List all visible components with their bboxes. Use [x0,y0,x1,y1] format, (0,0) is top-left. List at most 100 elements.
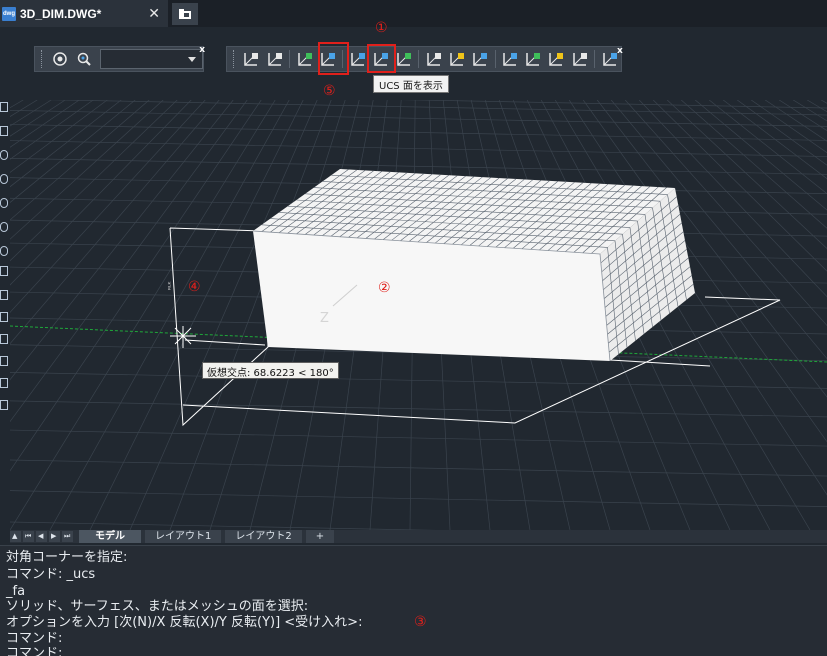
zoom-button[interactable] [73,48,95,70]
ucs-3point-icon [397,53,411,66]
document-tab-title: 3D_DIM.DWG* [20,6,102,21]
dynamic-input-tooltip: 仮想交点: 68.6223 < 180° [202,362,339,379]
grid-line-receding [0,99,136,212]
palette-point-icon[interactable] [0,312,8,322]
named-view-dropdown[interactable] [99,49,203,69]
annotation-marker-2: ② [378,280,391,296]
tab-layout1[interactable]: レイアウト1 [145,530,222,543]
annotation-marker-3: ③ [414,614,427,630]
orbit-button[interactable] [49,48,71,70]
layout-first-button[interactable]: ⏮ [23,531,34,542]
ucs-named-icon [526,53,541,66]
tab-layout2[interactable]: レイアウト2 [225,530,302,543]
ucs-previous-icon [549,53,564,66]
grid-line-receding [751,99,827,154]
ucs-apply-icon [572,53,587,66]
toolbar-separator [418,50,420,68]
palette-table-icon[interactable] [0,400,8,410]
palette-circle-icon[interactable] [0,150,8,160]
grid-line-horizontal [9,372,827,389]
layout-next-button[interactable]: ▶ [49,531,60,542]
cad-application-window: dwg 3D_DIM.DWG* ✕ x x ① ⑤ UCS 面を表示 Z ᴿᴸᴷ… [0,0,827,656]
grid-line-horizontal [9,400,827,418]
new-tab-button[interactable] [172,3,198,25]
zoom-icon [77,52,91,66]
ucs-named-button[interactable] [523,48,544,70]
grid-line-receding [722,99,827,180]
ucs-z-rotate-button[interactable] [470,48,491,70]
command-line-1: 対角コーナーを指定: [6,550,128,565]
command-history-panel[interactable]: 対角コーナーを指定: コマンド: _ucs _fa ソリッド、サーフェス、または… [0,545,827,656]
palette-block-icon[interactable] [0,266,8,276]
palette-ellipse-icon[interactable] [0,198,8,208]
ucs-zaxis-icon [503,53,518,66]
drawing-viewport[interactable]: Z ᴿᴸᴷ ② ④ 仮想交点: 68.6223 < 180° [0,91,827,539]
ucs-toolbar-close-icon[interactable]: x [617,46,827,56]
ucs-origin-button[interactable] [264,48,285,70]
orbit-icon [53,52,67,66]
grid-line-receding [9,99,276,531]
ucs-y-rotate-button[interactable] [447,48,468,70]
toolbar-close-icon[interactable]: x [199,45,205,55]
ucs-z-rotate-icon [473,53,488,66]
ucs-3point-button[interactable] [393,48,414,70]
grid-line-receding [0,99,24,115]
toolbar-separator [289,50,291,68]
grid-line-receding [0,99,164,249]
viewport-canvas[interactable]: Z ᴿᴸᴷ [0,91,827,539]
palette-arc-icon[interactable] [0,174,8,184]
annotation-marker-1: ① [375,20,388,36]
toolbar-grip[interactable] [233,50,236,68]
box-solid[interactable] [252,169,695,362]
palette-revcloud-icon[interactable] [0,246,8,256]
palette-hatch-icon[interactable] [0,334,8,344]
layout-scroll-up-button[interactable]: ▲ [10,531,21,542]
layout-tab-bar: ▲ ⏮ ◀ ▶ ⏭ モデル レイアウト1 レイアウト2 + [10,530,827,543]
grid-line-receding [0,99,122,195]
document-tab[interactable]: dwg 3D_DIM.DWG* ✕ [0,0,168,27]
triangle-right-icon: ▶ [51,532,57,540]
palette-region-icon[interactable] [0,378,8,388]
dimension-text-left: ᴿᴸᴷ [167,281,175,290]
grid-line-receding [779,99,827,132]
palette-insert-icon[interactable] [0,290,8,300]
tab-add-layout[interactable]: + [305,530,335,543]
ucs-icon [244,53,259,66]
grid-line-receding [0,99,248,436]
ucs-origin-icon [267,53,282,66]
ucs-zaxis-button[interactable] [500,48,521,70]
grid-line-receding [0,99,220,356]
chevron-down-icon [187,57,196,62]
grid-line-receding [807,99,827,113]
ucs-previous-button[interactable] [546,48,567,70]
palette-line-icon[interactable] [0,102,8,112]
ucs-x-rotate-button[interactable] [423,48,444,70]
grid-line-receding [0,99,52,133]
folder-new-icon [179,9,191,19]
document-tab-bar: dwg 3D_DIM.DWG* ✕ [0,0,827,27]
grid-line-receding [694,99,827,211]
annotation-marker-4: ④ [188,279,201,295]
ucs-face-button[interactable] [347,48,368,70]
grid-line-horizontal [9,157,827,175]
layout-prev-button[interactable]: ◀ [36,531,47,542]
ucs-face-tooltip: UCS 面を表示 [373,75,449,93]
command-line-3: _fa [6,584,26,599]
palette-polyline-icon[interactable] [0,126,8,136]
ucs-world-button[interactable] [294,48,315,70]
palette-gradient-icon[interactable] [0,356,8,366]
ucs-apply-button[interactable] [569,48,590,70]
dimension-extension-line-left [184,339,266,346]
close-tab-icon[interactable]: ✕ [148,5,160,22]
tab-model[interactable]: モデル [79,530,141,543]
grid-line-receding [0,99,178,271]
dwg-file-icon: dwg [2,6,16,21]
dimension-extension-line [609,359,711,367]
grid-line-horizontal [9,490,827,508]
ucs-button[interactable] [241,48,262,70]
layout-last-button[interactable]: ⏭ [62,531,73,542]
toolbar-grip[interactable] [41,50,44,68]
palette-spline-icon[interactable] [0,222,8,232]
grid-line-receding [680,99,827,229]
grid-line-receding [0,99,94,167]
